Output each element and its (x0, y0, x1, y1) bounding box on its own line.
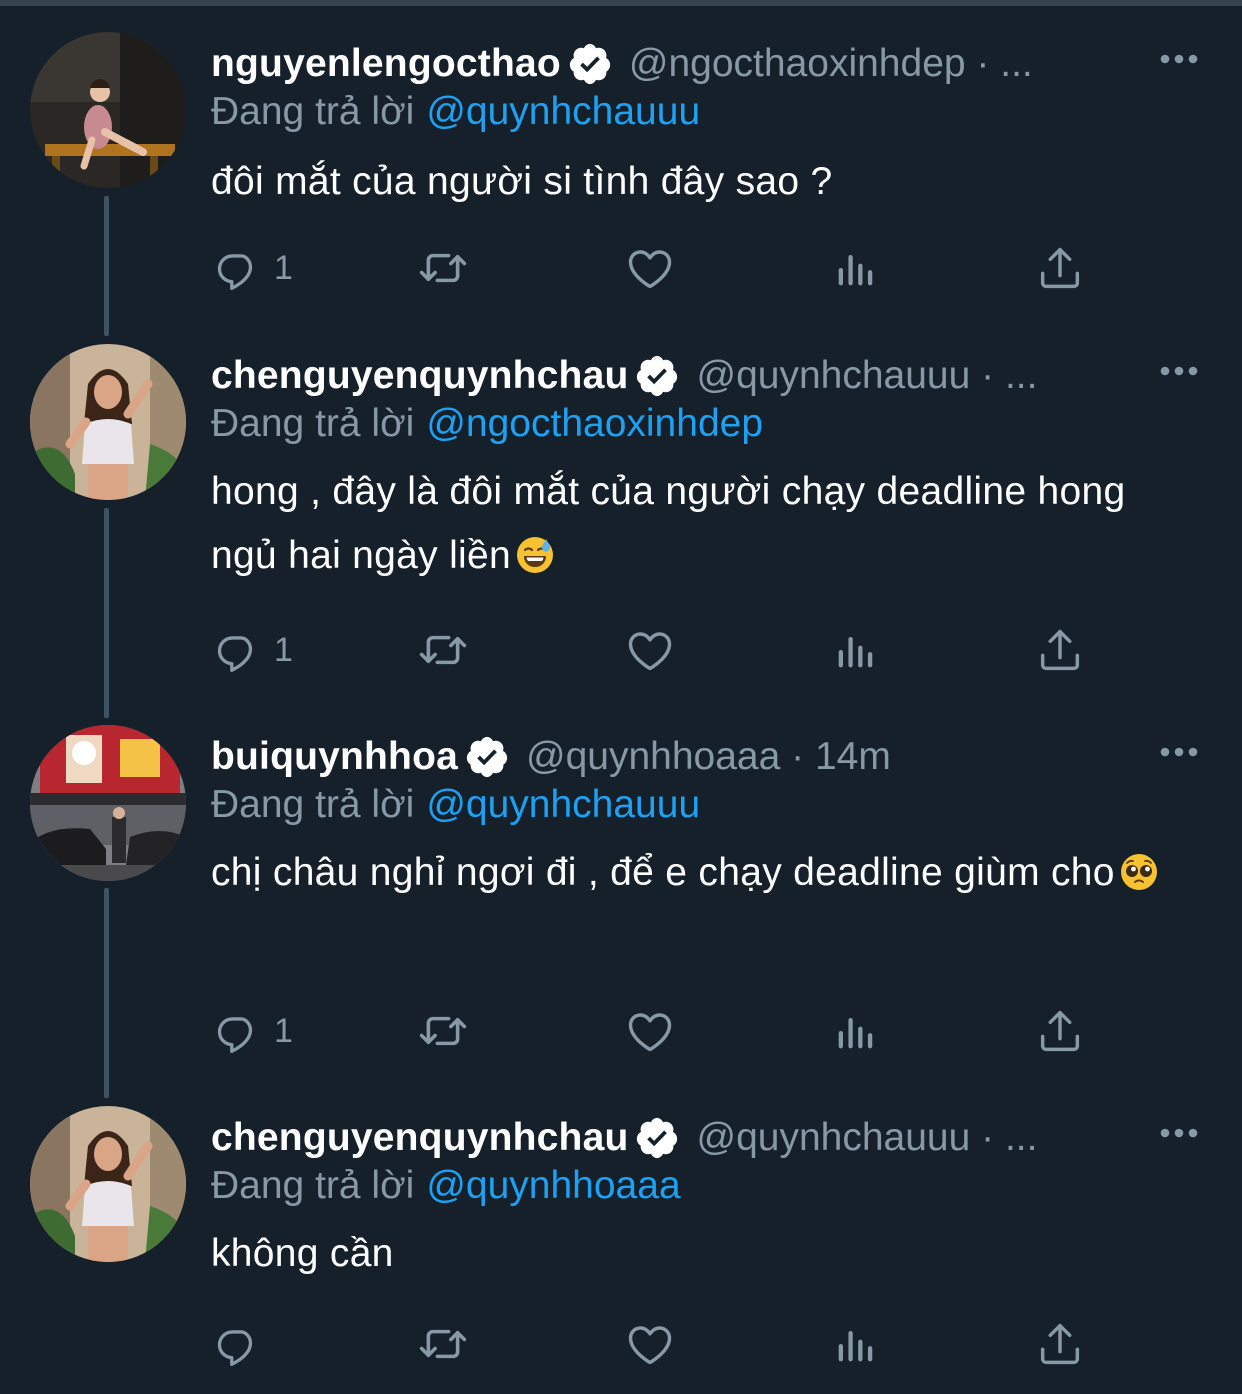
tweet-actions: 1 (0, 238, 1242, 298)
avatar[interactable] (30, 1106, 186, 1262)
user-handle-and-time[interactable]: @quynhhoaaa · 14m (526, 735, 891, 779)
analytics-button[interactable] (830, 238, 882, 298)
tweet-text: hong , đây là đôi mắt của người chạy dea… (211, 460, 1141, 588)
reply-button[interactable]: 1 (212, 620, 293, 680)
like-button[interactable] (624, 238, 676, 298)
reply-count: 1 (274, 1011, 293, 1050)
mention-link[interactable]: @quynhhoaaa (426, 1164, 680, 1207)
mention-link[interactable]: @quynhchauuu (426, 783, 700, 826)
display-name[interactable]: nguyenlengocthao (211, 42, 561, 86)
tweet-actions: 1 (0, 620, 1242, 680)
like-icon (624, 624, 676, 676)
share-icon (1034, 624, 1086, 676)
top-divider (0, 0, 1242, 6)
user-handle-and-time[interactable]: @quynhchauuu · ... (696, 1116, 1037, 1160)
retweet-icon (416, 1317, 470, 1371)
reply-count: 1 (274, 248, 293, 287)
like-icon (624, 1318, 676, 1370)
reply-button[interactable]: 1 (212, 1001, 293, 1061)
tweet-text: không cần (211, 1222, 1211, 1286)
like-icon (624, 242, 676, 294)
mention-link[interactable]: @ngocthaoxinhdep (426, 402, 763, 445)
more-icon[interactable] (1158, 1120, 1200, 1146)
mention-link[interactable]: @quynhchauuu (426, 90, 700, 133)
analytics-icon (830, 1005, 882, 1057)
replying-to-label: Đang trả lời (211, 402, 415, 445)
tweet[interactable]: nguyenlengocthao @ngocthaoxinhdep · ... … (0, 32, 1242, 322)
tweet[interactable]: buiquynhhoa @quynhhoaaa · 14m Đang trả l… (0, 725, 1242, 1085)
reply-count: 1 (274, 630, 293, 669)
replying-to-label: Đang trả lời (211, 90, 415, 133)
avatar-photo (30, 1106, 186, 1262)
tweet[interactable]: chenguyenquynhchau @quynhchauuu · ... Đa… (0, 1106, 1242, 1386)
verified-badge-icon (634, 353, 680, 399)
verified-badge-icon (567, 41, 613, 87)
share-icon (1034, 1005, 1086, 1057)
share-button[interactable] (1034, 238, 1086, 298)
analytics-icon (830, 1318, 882, 1370)
analytics-button[interactable] (830, 1314, 882, 1374)
replying-to: Đang trả lời @quynhhoaaa (211, 1164, 681, 1208)
retweet-button[interactable] (416, 620, 470, 680)
display-name[interactable]: chenguyenquynhchau (211, 1116, 628, 1160)
like-button[interactable] (624, 1314, 676, 1374)
avatar[interactable] (30, 725, 186, 881)
tweet-text: chị châu nghỉ ngơi đi , để e chạy deadli… (211, 841, 1171, 905)
like-button[interactable] (624, 620, 676, 680)
more-icon[interactable] (1158, 358, 1200, 384)
tweet-text-content: không cần (211, 1232, 394, 1275)
analytics-icon (830, 242, 882, 294)
avatar-photo (30, 344, 186, 500)
avatar[interactable] (30, 344, 186, 500)
replying-to-label: Đang trả lời (211, 1164, 415, 1207)
tweet-text-content: chị châu nghỉ ngơi đi , để e chạy deadli… (211, 851, 1115, 894)
tweet-text-content: đôi mắt của người si tình đây sao ? (211, 160, 833, 203)
retweet-button[interactable] (416, 238, 470, 298)
reply-icon (212, 1319, 262, 1369)
tweet-text: đôi mắt của người si tình đây sao ? (211, 150, 1211, 214)
retweet-icon (416, 1004, 470, 1058)
replying-to-label: Đang trả lời (211, 783, 415, 826)
tweet-text-content: hong , đây là đôi mắt của người chạy dea… (211, 470, 1126, 577)
user-handle-and-time[interactable]: @quynhchauuu · ... (696, 354, 1037, 398)
reply-icon (212, 243, 262, 293)
retweet-button[interactable] (416, 1001, 470, 1061)
reply-icon (212, 625, 262, 675)
more-icon[interactable] (1158, 46, 1200, 72)
analytics-button[interactable] (830, 620, 882, 680)
share-icon (1034, 1318, 1086, 1370)
analytics-button[interactable] (830, 1001, 882, 1061)
avatar[interactable] (30, 32, 186, 188)
pleading-face-emoji-icon (1119, 852, 1159, 892)
replying-to: Đang trả lời @quynhchauuu (211, 783, 700, 827)
reply-button[interactable]: 1 (212, 238, 293, 298)
verified-badge-icon (634, 1115, 680, 1161)
share-button[interactable] (1034, 1314, 1086, 1374)
share-button[interactable] (1034, 1001, 1086, 1061)
avatar-photo (30, 32, 186, 188)
avatar-photo (30, 725, 186, 881)
display-name[interactable]: chenguyenquynhchau (211, 354, 628, 398)
replying-to: Đang trả lời @quynhchauuu (211, 90, 700, 134)
retweet-icon (416, 241, 470, 295)
grinning-face-with-sweat-emoji-icon (515, 535, 555, 575)
share-icon (1034, 242, 1086, 294)
retweet-icon (416, 623, 470, 677)
replying-to: Đang trả lời @ngocthaoxinhdep (211, 402, 763, 446)
tweet-actions: 1 (0, 1001, 1242, 1061)
more-icon[interactable] (1158, 739, 1200, 765)
display-name[interactable]: buiquynhhoa (211, 735, 458, 779)
user-handle-and-time[interactable]: @ngocthaoxinhdep · ... (629, 42, 1033, 86)
retweet-button[interactable] (416, 1314, 470, 1374)
reply-icon (212, 1006, 262, 1056)
analytics-icon (830, 624, 882, 676)
verified-badge-icon (464, 734, 510, 780)
tweet-actions (0, 1314, 1242, 1374)
share-button[interactable] (1034, 620, 1086, 680)
like-button[interactable] (624, 1001, 676, 1061)
tweet[interactable]: chenguyenquynhchau @quynhchauuu · ... Đa… (0, 344, 1242, 704)
reply-button[interactable] (212, 1314, 274, 1374)
like-icon (624, 1005, 676, 1057)
